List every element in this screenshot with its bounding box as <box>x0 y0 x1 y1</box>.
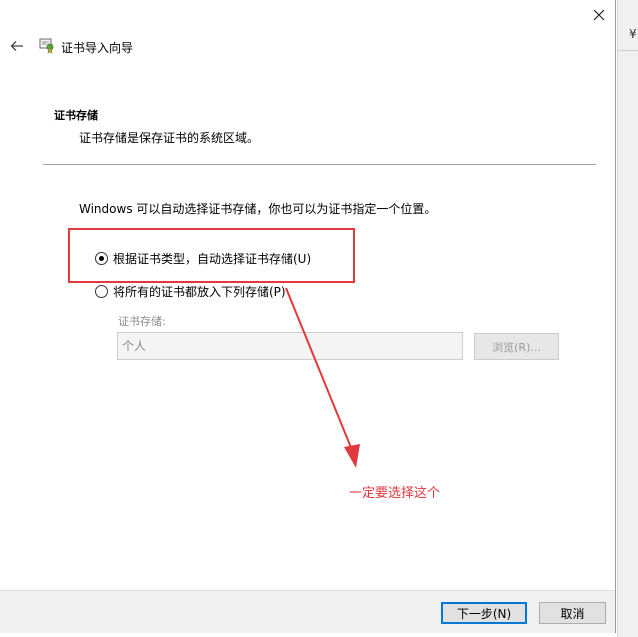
next-button[interactable]: 下一步(N) <box>441 602 527 624</box>
back-arrow-icon <box>10 41 23 51</box>
radio-button-unchecked[interactable] <box>95 285 108 298</box>
section-title: 证书存储 <box>54 109 98 122</box>
annotation-arrow-icon <box>285 287 360 468</box>
edge-divider <box>618 50 638 51</box>
certificate-import-wizard-window: 证书导入向导 证书存储 证书存储是保存证书的系统区域。 Windows 可以自动… <box>0 0 616 633</box>
section-description: 证书存储是保存证书的系统区域。 <box>79 131 260 145</box>
intro-text: Windows 可以自动选择证书存储，你也可以为证书指定一个位置。 <box>79 202 437 216</box>
back-button[interactable] <box>8 37 26 55</box>
browse-button: 浏览(R)... <box>474 333 559 360</box>
header-divider <box>43 164 596 165</box>
radio-manual-store[interactable]: 将所有的证书都放入下列存储(P) <box>95 283 286 300</box>
close-button[interactable] <box>584 2 614 28</box>
background-window-edge: ¥ <box>617 0 638 637</box>
radio-label: 将所有的证书都放入下列存储(P) <box>113 285 286 299</box>
certificate-icon <box>39 38 54 54</box>
wizard-title: 证书导入向导 <box>61 41 134 55</box>
close-icon <box>593 9 605 21</box>
store-input: 个人 <box>117 332 463 360</box>
edge-char: ¥ <box>629 27 637 41</box>
wizard-footer: 下一步(N) 取消 <box>0 590 615 633</box>
cancel-button[interactable]: 取消 <box>539 602 606 624</box>
annotation-highlight-box <box>68 228 355 283</box>
annotation-text: 一定要选择这个 <box>349 486 441 501</box>
store-field-label: 证书存储: <box>118 315 166 328</box>
